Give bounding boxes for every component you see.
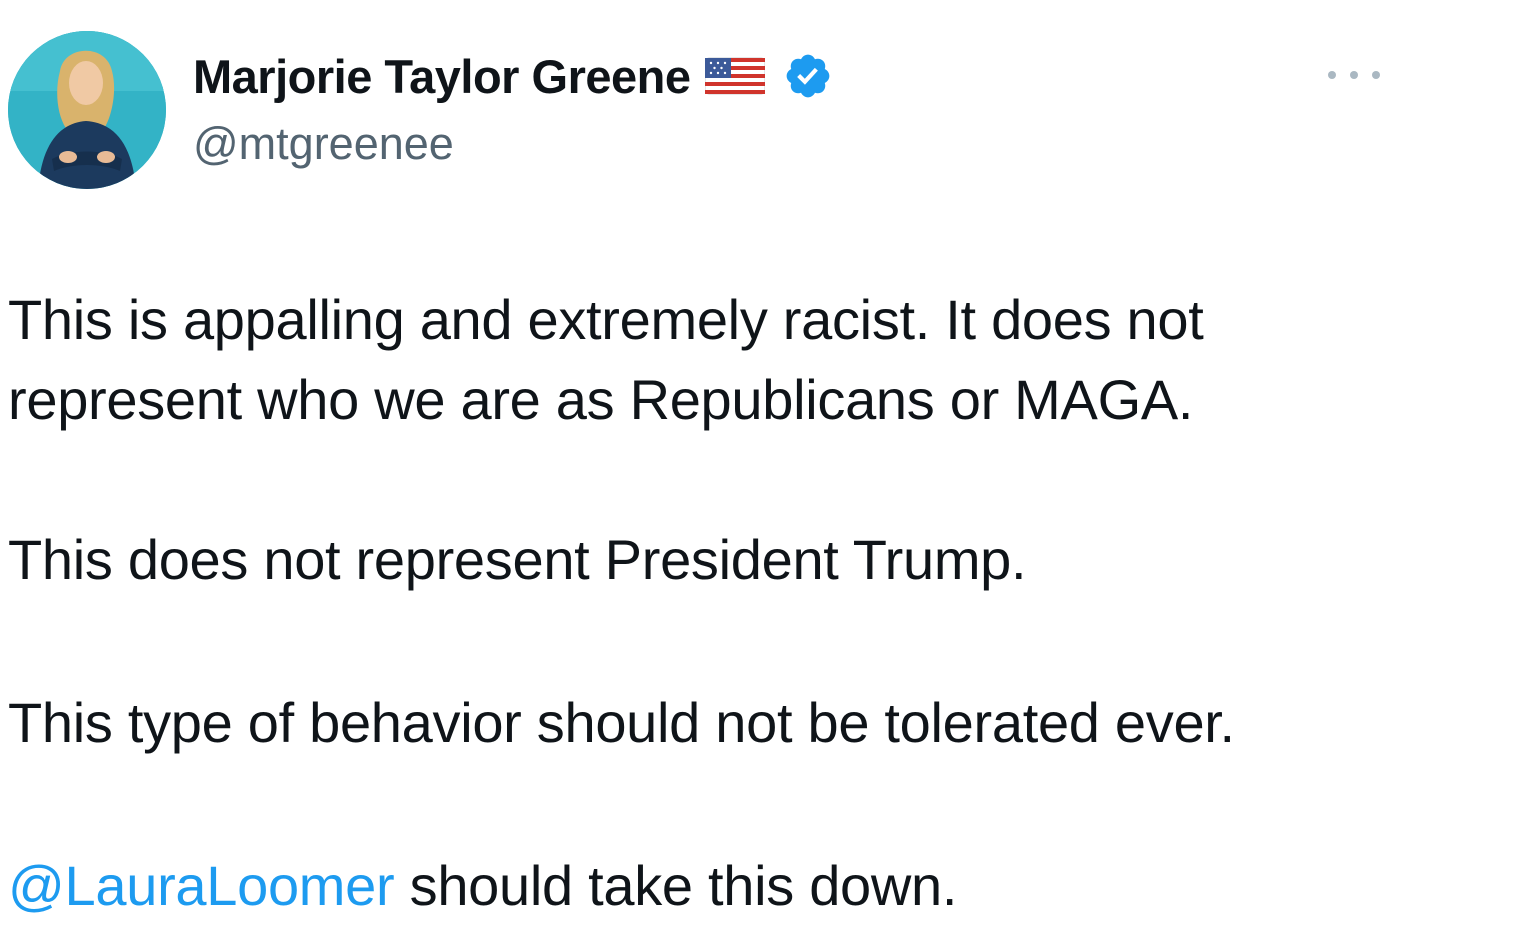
author-avatar[interactable]	[8, 31, 166, 189]
dot	[1372, 71, 1380, 79]
profile-photo-icon	[8, 31, 166, 189]
mention-link[interactable]: @LauraLoomer	[8, 854, 395, 917]
us-flag-icon	[704, 56, 765, 96]
tweet-paragraph-1: This is appalling and extremely racist. …	[8, 280, 1204, 440]
author-name-row: Marjorie Taylor Greene	[193, 46, 833, 106]
tweet-line: This is appalling and extremely racist. …	[8, 288, 1204, 351]
tweet-paragraph-3: This type of behavior should not be tole…	[8, 691, 1235, 754]
more-options-icon[interactable]	[1326, 62, 1382, 88]
tweet-paragraph-4-text: should take this down.	[394, 854, 958, 917]
author-handle[interactable]: @mtgreenee	[193, 118, 454, 170]
verified-badge-icon[interactable]	[783, 51, 833, 101]
tweet-card: Marjorie Taylor Greene @mtgreenee This i…	[0, 0, 1532, 946]
tweet-paragraph-4: @LauraLoomer should take this down.	[8, 846, 957, 926]
tweet-paragraph-2: This does not represent President Trump.	[8, 528, 1027, 591]
dot	[1350, 71, 1358, 79]
dot	[1328, 71, 1336, 79]
tweet-line: represent who we are as Republicans or M…	[8, 368, 1194, 431]
author-display-name[interactable]: Marjorie Taylor Greene	[193, 49, 691, 104]
